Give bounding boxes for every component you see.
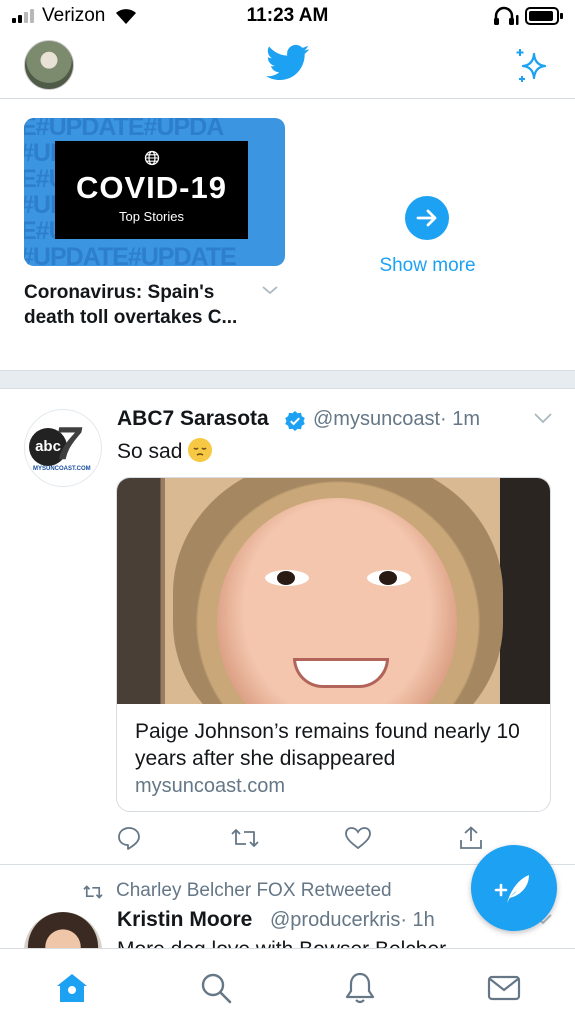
tweet-actions: [116, 825, 482, 853]
tweet-author-name[interactable]: Kristin Moore: [117, 908, 252, 932]
retweet-icon: [83, 885, 103, 899]
tweet-handle: @producerkris: [270, 909, 401, 931]
link-domain: mysuncoast.com: [135, 775, 286, 797]
avatar-logo-subtext: MYSUNCOAST.COM: [33, 466, 91, 472]
sad-face-emoji-icon: [188, 438, 213, 462]
explore-carousel: E#UPDATE#UPDA #UPDATE#UPDATE E#UPDATE#UP…: [0, 100, 575, 370]
arrow-right-icon: [416, 209, 437, 227]
tweet[interactable]: abc 7 MYSUNCOAST.COM ABC7 Sarasota @mysu…: [0, 389, 575, 865]
tweet-author-handle: @producerkris· 1h: [270, 909, 435, 932]
link-preview-card[interactable]: Paige Johnson’s remains found nearly 10 …: [116, 477, 551, 812]
sparkle-icon[interactable]: [512, 46, 552, 86]
retweeted-by-label[interactable]: Charley Belcher FOX Retweeted: [116, 880, 392, 902]
like-icon[interactable]: [344, 825, 372, 851]
tweet-body: So sad: [117, 440, 183, 463]
verified-badge-icon: [285, 411, 305, 431]
section-divider: [0, 370, 575, 389]
show-more-link[interactable]: Show more: [340, 255, 515, 277]
covid-topic-card[interactable]: E#UPDATE#UPDA #UPDATE#UPDATE E#UPDATE#UP…: [24, 118, 285, 266]
status-bar: Verizon 11:23 AM: [0, 0, 575, 34]
chevron-down-icon[interactable]: [533, 411, 553, 425]
compose-tweet-button[interactable]: [471, 845, 557, 931]
bottom-tab-bar: [0, 948, 575, 1024]
reply-icon[interactable]: [116, 825, 142, 851]
tweet-author-handle: @mysuncoast· 1m: [313, 408, 480, 431]
top-nav: [0, 34, 575, 99]
twitter-bird-icon: [266, 44, 310, 81]
headphones-icon: [494, 6, 519, 25]
profile-avatar[interactable]: [24, 40, 74, 90]
tweet-text: So sad: [117, 438, 213, 464]
link-preview-image: [117, 478, 550, 704]
tweet-author-name[interactable]: ABC7 Sarasota: [117, 407, 269, 431]
explore-headline[interactable]: Coronavirus: Spain's death toll overtake…: [24, 280, 264, 330]
tweet-handle: @mysuncoast: [313, 408, 441, 430]
link-title: Paige Johnson’s remains found nearly 10 …: [135, 720, 520, 770]
tweet-text: More dog love with Bowser Belcher: [117, 938, 446, 948]
card-subtitle: Top Stories: [118, 209, 185, 224]
status-time: 11:23 AM: [246, 5, 329, 26]
tweet-time: · 1h: [400, 909, 435, 931]
chevron-down-icon[interactable]: [261, 284, 279, 296]
card-title: COVID-19: [76, 170, 227, 205]
avatar-logo-number: 7: [55, 417, 81, 469]
search-icon[interactable]: [199, 971, 233, 1005]
abc7-avatar[interactable]: abc 7 MYSUNCOAST.COM: [24, 409, 102, 487]
home-icon[interactable]: [54, 971, 90, 1005]
tweet-time: · 1m: [440, 408, 481, 430]
show-more-button[interactable]: [405, 196, 449, 240]
battery-icon: [525, 7, 563, 25]
messages-icon[interactable]: [487, 971, 521, 1005]
covid-title-box: COVID-19 Top Stories: [55, 141, 248, 239]
notifications-icon[interactable]: [343, 971, 377, 1005]
kristin-moore-avatar[interactable]: [24, 912, 102, 948]
globe-icon: [144, 150, 159, 166]
compose-feather-icon: [494, 875, 529, 903]
retweet-icon[interactable]: [230, 825, 260, 851]
